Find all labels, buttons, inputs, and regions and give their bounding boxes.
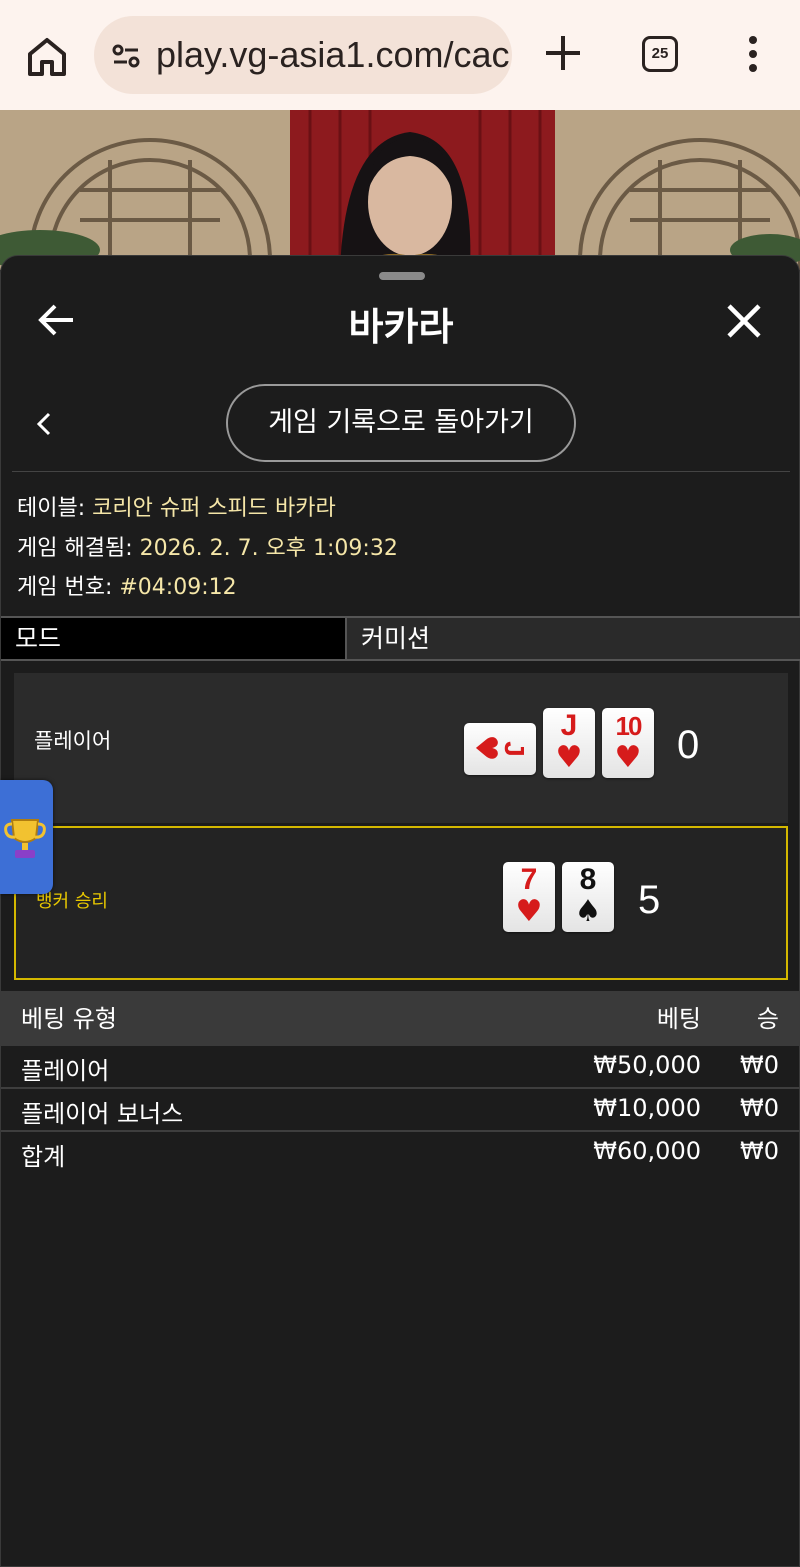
- resolved-value: 2026. 2. 7. 오후 1:09:32: [139, 536, 398, 561]
- header-bet-type: 베팅 유형: [21, 1005, 117, 1033]
- bet-type: 플레이어 보너스: [21, 1100, 184, 1128]
- home-icon[interactable]: [22, 32, 72, 82]
- bet-type: 플레이어: [21, 1057, 110, 1085]
- new-tab-icon[interactable]: [540, 30, 586, 76]
- url-text[interactable]: play.vg-asia1.com/cac: [156, 34, 509, 76]
- live-video: [0, 110, 800, 270]
- player-card-1: J ♥: [464, 723, 536, 775]
- bet-amount: ₩10,000: [593, 1094, 701, 1122]
- player-card-3: 10 ♥: [602, 708, 654, 778]
- player-label: 플레이어: [34, 729, 112, 753]
- site-settings-icon[interactable]: [110, 40, 142, 72]
- table-value: 코리안 슈퍼 스피드 바카라: [92, 496, 336, 521]
- bet-table-header: 베팅 유형 베팅 승: [1, 991, 800, 1046]
- chevron-left-icon[interactable]: [35, 411, 53, 437]
- spade-suit-icon: ♠: [574, 894, 602, 929]
- player-card-2: J ♥: [543, 708, 595, 778]
- banker-card-1: 7 ♥: [503, 862, 555, 932]
- drag-handle[interactable]: [379, 272, 425, 280]
- panel-title: 바카라: [348, 305, 454, 349]
- card-rank: 8: [579, 863, 597, 896]
- mode-label: 모드: [1, 618, 347, 659]
- browser-toolbar: play.vg-asia1.com/cac 25: [0, 0, 800, 110]
- heart-suit-icon: ♥: [468, 734, 503, 762]
- total-label: 합계: [21, 1143, 66, 1171]
- player-hand: 플레이어 J ♥ J ♥ 10 ♥ 0: [14, 673, 788, 823]
- heart-suit-icon: ♥: [555, 740, 583, 775]
- win-amount: ₩0: [740, 1051, 779, 1079]
- close-icon[interactable]: [725, 302, 763, 340]
- total-win: ₩0: [740, 1137, 779, 1165]
- header-bet: 베팅: [656, 1005, 701, 1033]
- bet-amount: ₩50,000: [593, 1051, 701, 1079]
- card-rank: J: [560, 709, 578, 742]
- card-rank: 7: [520, 863, 538, 896]
- trophy-icon: [4, 819, 46, 858]
- banker-card-2: 8 ♠: [562, 862, 614, 932]
- resolved-label: 게임 해결됨:: [17, 536, 140, 561]
- banker-hand: 뱅커 승리 7 ♥ 8 ♠ 5: [14, 826, 788, 980]
- heart-suit-icon: ♥: [515, 894, 543, 929]
- resolved-info: 게임 해결됨: 2026. 2. 7. 오후 1:09:32: [17, 530, 398, 562]
- player-score: 0: [677, 723, 700, 767]
- mode-value: 커미션: [347, 618, 800, 659]
- back-to-history-button[interactable]: 게임 기록으로 돌아가기: [226, 384, 576, 462]
- row-divider: [1, 1087, 800, 1089]
- table-label: 테이블:: [17, 496, 93, 521]
- game-detail-panel: 바카라 게임 기록으로 돌아가기 테이블: 코리안 슈퍼 스피드 바카라 게임 …: [0, 255, 800, 1567]
- heart-suit-icon: ♥: [614, 740, 642, 775]
- game-number-value: #04:09:12: [119, 575, 237, 600]
- game-number-info: 게임 번호: #04:09:12: [17, 569, 237, 601]
- win-amount: ₩0: [740, 1094, 779, 1122]
- mode-row: 모드 커미션: [1, 616, 800, 661]
- total-row: 합계 ₩60,000 ₩0: [1, 1137, 800, 1180]
- row-divider: [1, 1130, 800, 1132]
- address-bar[interactable]: play.vg-asia1.com/cac: [94, 16, 512, 94]
- banker-score: 5: [638, 878, 661, 922]
- tabs-icon[interactable]: 25: [642, 36, 678, 72]
- trophy-side-tab[interactable]: [0, 780, 53, 894]
- card-rank: 10: [615, 711, 643, 741]
- table-info: 테이블: 코리안 슈퍼 스피드 바카라: [17, 490, 336, 522]
- more-menu-icon[interactable]: [740, 34, 766, 74]
- game-number-label: 게임 번호:: [17, 575, 120, 600]
- header-win: 승: [756, 1005, 779, 1033]
- dealer-video-frame: [0, 110, 800, 270]
- total-bet: ₩60,000: [593, 1137, 701, 1165]
- divider: [12, 471, 790, 472]
